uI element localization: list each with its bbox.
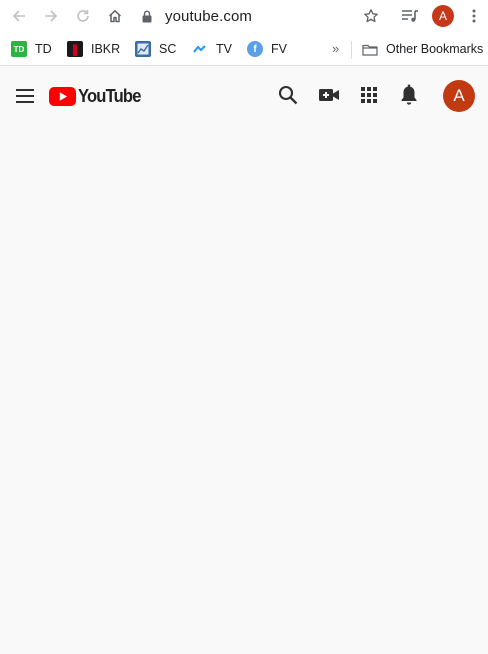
bookmark-fv[interactable]: f FV	[247, 40, 287, 58]
back-arrow-icon[interactable]	[8, 5, 30, 27]
bookmarks-bar: TD TD ❚ IBKR SC TV f FV » Other Bookmark…	[0, 33, 488, 66]
url-text: youtube.com	[165, 7, 252, 25]
folder-icon	[361, 41, 378, 57]
tv-icon	[192, 41, 208, 57]
playlist-icon[interactable]	[399, 5, 421, 27]
search-icon[interactable]	[276, 83, 300, 107]
bookmarks-overflow-chevron[interactable]: »	[332, 41, 339, 56]
bookmark-label: TV	[216, 42, 232, 56]
youtube-masthead: YouTube A	[0, 67, 488, 123]
youtube-wordmark: YouTube	[78, 85, 141, 106]
reload-icon[interactable]	[72, 5, 94, 27]
forward-arrow-icon[interactable]	[40, 5, 62, 27]
other-bookmarks[interactable]: Other Bookmarks	[361, 40, 483, 58]
home-icon[interactable]	[104, 5, 126, 27]
bookmark-label: IBKR	[91, 42, 121, 56]
td-icon: TD	[11, 41, 27, 57]
fv-icon: f	[247, 41, 263, 57]
youtube-logo[interactable]: YouTube	[49, 86, 146, 106]
bookmark-tv[interactable]: TV	[192, 40, 232, 58]
bookmark-label: FV	[271, 42, 287, 56]
bookmark-label: TD	[35, 42, 52, 56]
youtube-account-avatar[interactable]: A	[443, 80, 475, 112]
address-bar[interactable]: youtube.com	[140, 4, 252, 28]
notifications-bell-icon[interactable]	[397, 83, 421, 107]
create-video-icon[interactable]	[317, 83, 341, 107]
star-icon[interactable]	[360, 5, 382, 27]
bookmark-td[interactable]: TD TD	[11, 40, 52, 58]
browser-toolbar: youtube.com A	[0, 0, 488, 33]
bookmark-label: SC	[159, 42, 177, 56]
lock-icon	[140, 8, 154, 24]
bookmark-ibkr[interactable]: ❚ IBKR	[67, 40, 120, 58]
hamburger-menu-icon[interactable]	[13, 84, 37, 108]
ibkr-icon: ❚	[67, 41, 83, 57]
bookmark-sc[interactable]: SC	[135, 40, 176, 58]
sc-icon	[135, 41, 151, 57]
youtube-play-icon	[49, 86, 76, 106]
browser-profile-avatar[interactable]: A	[432, 5, 454, 27]
bookmark-label: Other Bookmarks	[386, 42, 484, 56]
bookmarks-separator	[351, 41, 352, 59]
page-content-area	[0, 123, 488, 654]
more-menu-icon[interactable]	[463, 5, 485, 27]
apps-grid-icon[interactable]	[357, 83, 381, 107]
